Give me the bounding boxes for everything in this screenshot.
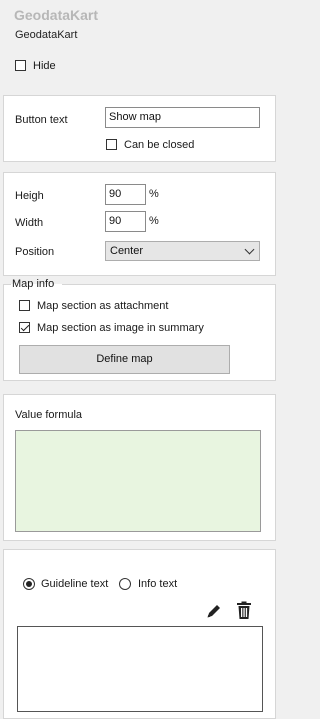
guideline-text-radio[interactable]	[23, 578, 35, 590]
map-attachment-label: Map section as attachment	[37, 300, 169, 312]
value-formula-editor[interactable]	[15, 430, 261, 532]
width-percent-label: %	[149, 215, 159, 227]
value-formula-label: Value formula	[15, 409, 83, 421]
chevron-down-icon	[244, 244, 255, 255]
value-formula-panel: Value formula	[3, 394, 276, 541]
guideline-panel: Guideline text Info text	[3, 549, 276, 719]
position-select[interactable]: Center	[105, 241, 260, 261]
map-image-summary-checkbox[interactable]	[19, 322, 30, 333]
height-input[interactable]: 90	[105, 184, 146, 205]
position-label: Position	[15, 246, 55, 258]
map-attachment-checkbox[interactable]	[19, 300, 30, 311]
position-select-value: Center	[110, 245, 144, 257]
page-title: GeodataKart	[14, 7, 99, 23]
info-text-label: Info text	[138, 578, 178, 590]
map-info-legend: Map info	[12, 278, 55, 290]
component-name: GeodataKart	[15, 29, 78, 41]
can-be-closed-checkbox[interactable]	[106, 139, 117, 150]
guideline-text-area[interactable]	[17, 626, 263, 712]
define-map-button[interactable]: Define map	[19, 345, 230, 374]
button-settings-panel: Button text Show map Can be closed	[3, 95, 276, 162]
pencil-icon[interactable]	[205, 602, 223, 620]
map-info-border-right	[62, 284, 276, 285]
trash-icon[interactable]	[235, 601, 253, 620]
map-image-summary-label: Map section as image in summary	[37, 322, 204, 334]
width-label: Width	[15, 217, 44, 229]
hide-checkbox[interactable]	[15, 60, 26, 71]
hide-label: Hide	[33, 60, 56, 72]
height-label: Heigh	[15, 190, 44, 202]
size-position-panel: Heigh 90 % Width 90 % Position Center	[3, 172, 276, 276]
map-info-border-left	[3, 284, 11, 285]
guideline-text-label: Guideline text	[41, 578, 109, 590]
button-text-label: Button text	[15, 114, 68, 126]
button-text-input[interactable]: Show map	[105, 107, 260, 128]
can-be-closed-label: Can be closed	[124, 139, 195, 151]
width-input[interactable]: 90	[105, 211, 146, 232]
info-text-radio[interactable]	[119, 578, 131, 590]
height-percent-label: %	[149, 188, 159, 200]
